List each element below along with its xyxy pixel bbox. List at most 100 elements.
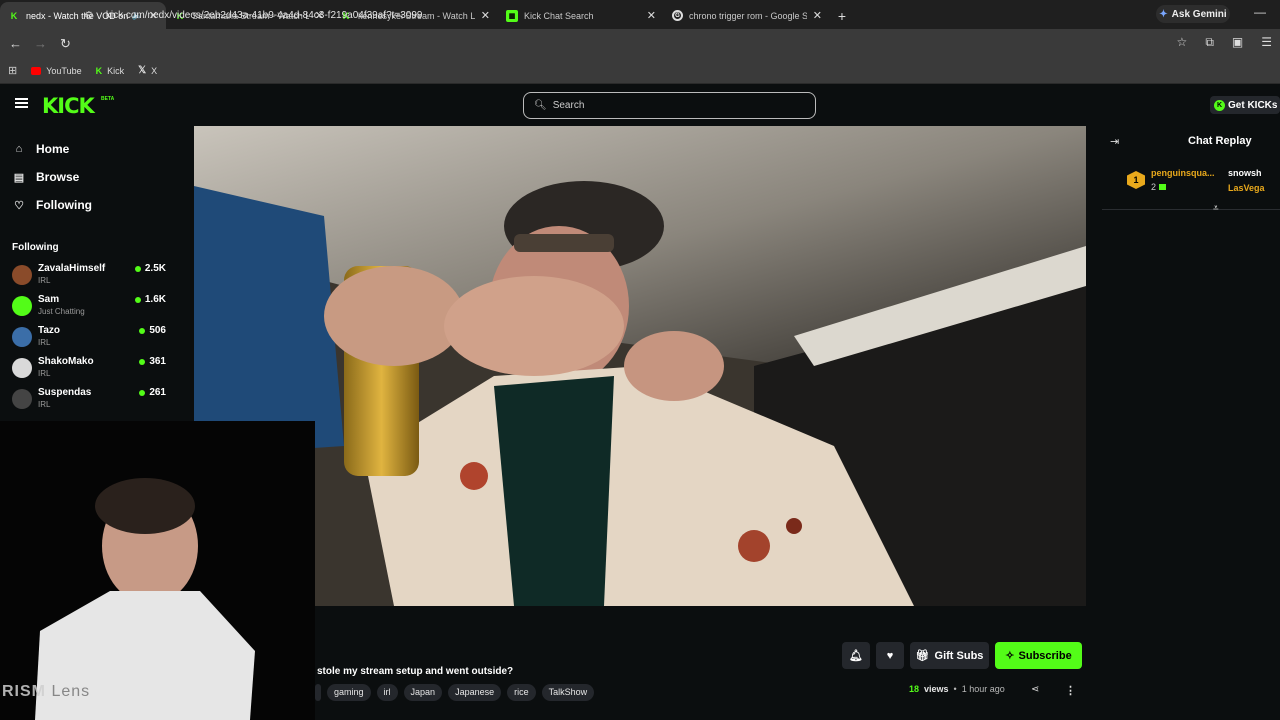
channel-category: IRL xyxy=(38,338,51,347)
channel-category: IRL xyxy=(38,400,51,409)
video-player[interactable] xyxy=(194,126,1086,606)
address-bar-row: ← → ↻ xyxy=(0,29,1280,58)
leader-name[interactable]: snowsh xyxy=(1228,168,1262,178)
webcam-overlay: RISM Lens xyxy=(0,421,315,720)
leader-name[interactable]: LasVega xyxy=(1228,183,1265,193)
sidebar-item-label: Following xyxy=(36,198,92,212)
x-icon: 𝕏 xyxy=(138,65,147,76)
get-kicks-label: Get KICKs xyxy=(1228,99,1278,111)
tag-chip[interactable]: Japan xyxy=(403,684,443,701)
video-frame xyxy=(194,126,1086,606)
video-meta: 18 views • 1 hour ago xyxy=(909,684,1005,694)
search-input[interactable]: 🔍︎ Search xyxy=(523,92,816,119)
sidebar: ⌂ Home ▤ Browse ♡ Following Following Za… xyxy=(0,126,180,421)
expand-leaderboard-icon[interactable]: ⩡ xyxy=(1213,203,1219,214)
search-icon: 🔍︎ xyxy=(534,100,547,111)
sidebar-item-label: Home xyxy=(36,142,70,156)
reload-icon[interactable]: ↻ xyxy=(53,36,78,52)
meta-separator: • xyxy=(953,684,957,694)
menu-icon[interactable]: ☰ xyxy=(1261,35,1272,50)
tag-chip[interactable]: TalkShow xyxy=(541,684,595,701)
home-icon: ⌂ xyxy=(15,143,23,155)
more-options-icon[interactable]: ⋮ xyxy=(1065,684,1076,697)
channel-name: ShakoMako xyxy=(38,356,94,367)
tag-chip[interactable]: rice xyxy=(507,684,536,701)
live-dot-icon xyxy=(139,358,146,365)
forward-icon[interactable]: → xyxy=(28,36,53,51)
live-dot-icon xyxy=(134,265,141,272)
channel-category: Just Chatting xyxy=(38,307,85,316)
followed-channel[interactable]: ZavalaHimself IRL 2.5K xyxy=(12,263,168,291)
minimize-window-icon[interactable]: — xyxy=(1254,5,1266,19)
following-heading: Following xyxy=(12,242,59,253)
channel-category: IRL xyxy=(38,276,51,285)
bookmark-star-icon[interactable]: ☆ xyxy=(1177,35,1188,50)
browser-actions: ☆ ⧉ ▣ ☰ xyxy=(1177,35,1280,50)
follow-button[interactable]: ♥ xyxy=(876,642,904,669)
beta-badge: BETA xyxy=(101,96,115,102)
stream-actions: 🔔︎ ♥ 🎁︎ Gift Subs ✧ Subscribe xyxy=(842,642,1082,669)
tag-chip[interactable]: gaming xyxy=(327,684,371,701)
viewer-count: 261 xyxy=(139,387,166,398)
extensions-icon[interactable]: ⧉ xyxy=(1205,35,1214,50)
share-icon[interactable]: ⋖ xyxy=(1031,684,1039,695)
followed-channel[interactable]: Sam Just Chatting 1.6K xyxy=(12,294,168,322)
tag-chip[interactable]: irl xyxy=(376,684,398,701)
webcam-frame xyxy=(0,421,315,720)
sub-badge-icon xyxy=(1159,184,1167,190)
leader-count: 2 xyxy=(1151,182,1167,192)
chat-leaderboard: 1 penguinsqua... 2 snowsh LasVega xyxy=(1102,164,1280,210)
heart-icon: ♥ xyxy=(886,649,894,662)
site-info-icon[interactable]: ⚙ xyxy=(84,9,94,22)
views-label: views xyxy=(924,684,949,694)
rank-badge: 1 xyxy=(1127,171,1145,189)
chat-panel: ⇥ Chat Replay 1 penguinsqua... 2 snowsh … xyxy=(1102,126,1280,720)
sidepanel-icon[interactable]: ▣ xyxy=(1232,35,1243,50)
views-count: 18 xyxy=(909,684,920,694)
followed-channel[interactable]: ShakoMako IRL 361 xyxy=(12,356,168,384)
gift-subs-label: Gift Subs xyxy=(934,649,984,662)
avatar xyxy=(12,327,32,347)
live-dot-icon xyxy=(139,389,146,396)
search-placeholder: Search xyxy=(552,100,585,111)
subscribe-button[interactable]: ✧ Subscribe xyxy=(995,642,1082,669)
channel-name: ZavalaHimself xyxy=(38,263,106,274)
kick-logo[interactable]: KICK xyxy=(42,94,95,118)
browse-icon: ▤ xyxy=(13,171,25,184)
bookmark-kick[interactable]: K Kick xyxy=(96,66,125,76)
notification-bell-button[interactable]: 🔔︎ xyxy=(842,642,870,669)
followed-channel[interactable]: Suspendas IRL 261 xyxy=(12,387,168,415)
sidebar-item-browse[interactable]: ▤ Browse xyxy=(13,170,80,184)
bookmark-label: X xyxy=(151,65,158,76)
channel-name: Tazo xyxy=(38,325,61,336)
url-field[interactable]: ⚙ kick.com/nedx/videos/2eb2d43a-41b9-4a4… xyxy=(84,4,1184,26)
url-text: kick.com/nedx/videos/2eb2d43a-41b9-4a4d-… xyxy=(105,9,423,21)
bookmark-label: Kick xyxy=(107,65,125,76)
chat-header: ⇥ Chat Replay xyxy=(1102,126,1280,158)
sidebar-item-home[interactable]: ⌂ Home xyxy=(13,142,70,156)
avatar xyxy=(12,265,32,285)
heart-icon: ♡ xyxy=(14,199,24,212)
viewer-count: 361 xyxy=(139,356,166,367)
apps-grid-icon[interactable]: ⊞ xyxy=(8,64,17,77)
hamburger-menu-icon[interactable] xyxy=(15,98,28,108)
avatar xyxy=(12,389,32,409)
subscribe-label: Subscribe xyxy=(1018,649,1072,662)
tag-chip[interactable]: Japanese xyxy=(448,684,502,701)
gift-subs-button[interactable]: 🎁︎ Gift Subs xyxy=(910,642,989,669)
video-age: 1 hour ago xyxy=(961,684,1005,694)
followed-channel[interactable]: Tazo IRL 506 xyxy=(12,325,168,353)
leader-name[interactable]: penguinsqua... xyxy=(1151,168,1215,178)
back-icon[interactable]: ← xyxy=(3,36,28,51)
avatar xyxy=(12,296,32,316)
webcam-watermark: RISM Lens xyxy=(2,683,91,700)
collapse-chat-icon[interactable]: ⇥ xyxy=(1110,135,1119,148)
bookmark-youtube[interactable]: YouTube xyxy=(31,66,82,76)
bookmark-x[interactable]: 𝕏 X xyxy=(138,65,157,76)
sidebar-item-following[interactable]: ♡ Following xyxy=(13,198,92,212)
avatar xyxy=(12,358,32,378)
get-kicks-button[interactable]: K Get KICKs xyxy=(1210,96,1280,114)
stream-tags: gaming irl Japan Japanese rice TalkShow xyxy=(315,684,595,701)
kick-header: KICK BETA 🔍︎ Search K Get KICKs xyxy=(0,84,1280,126)
tag-chip[interactable] xyxy=(315,684,321,701)
